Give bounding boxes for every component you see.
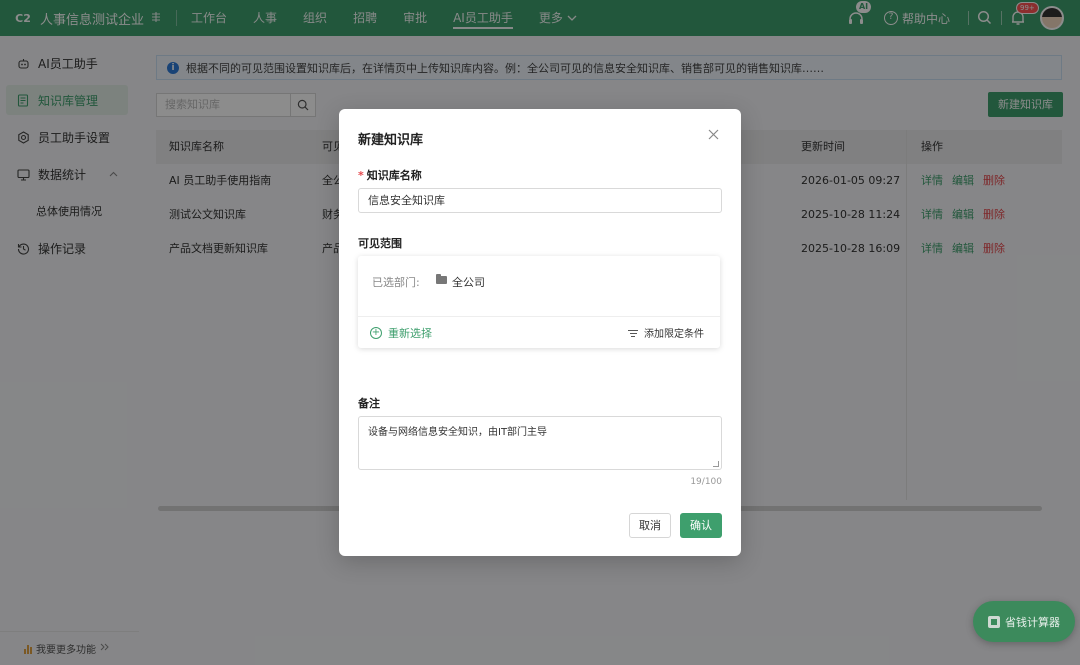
scope-selector: 已选部门: 全公司 + 重新选择 添加限定条件 — [358, 256, 720, 348]
reselect-button[interactable]: + 重新选择 — [370, 325, 432, 341]
selected-department: 全公司 — [452, 276, 485, 289]
name-field-label: * 知识库名称 — [358, 167, 422, 183]
calculator-icon — [988, 615, 1000, 628]
confirm-button[interactable]: 确认 — [680, 513, 722, 538]
folder-icon — [436, 274, 447, 284]
savings-calculator-label: 省钱计算器 — [1005, 615, 1060, 629]
resize-handle[interactable] — [713, 461, 719, 467]
remark-text: 设备与网络信息安全知识，由IT部门主导 — [368, 427, 548, 438]
dialog-title: 新建知识库 — [358, 133, 424, 148]
add-condition-label: 添加限定条件 — [644, 329, 704, 340]
add-condition-button[interactable]: 添加限定条件 — [628, 325, 704, 340]
filter-icon — [628, 328, 638, 337]
close-icon[interactable] — [708, 127, 719, 143]
character-counter: 19/100 — [690, 477, 722, 487]
cancel-button[interactable]: 取消 — [629, 513, 671, 538]
required-marker: * — [358, 169, 364, 182]
new-knowledge-base-dialog: 新建知识库 * 知识库名称 信息安全知识库 可见范围 已选部门: 全公司 + 重新… — [339, 109, 741, 556]
reselect-label: 重新选择 — [388, 327, 432, 340]
name-label-text: 知识库名称 — [366, 169, 422, 182]
selected-scope-area: 已选部门: 全公司 — [358, 256, 720, 317]
knowledge-base-name-input[interactable]: 信息安全知识库 — [358, 188, 722, 213]
selected-department-prefix: 已选部门: — [372, 276, 420, 289]
plus-circle-icon: + — [370, 327, 382, 339]
scope-field-label: 可见范围 — [358, 237, 402, 250]
savings-calculator-button[interactable]: 省钱计算器 — [973, 601, 1075, 642]
remark-field-label: 备注 — [358, 397, 380, 410]
remark-textarea[interactable]: 设备与网络信息安全知识，由IT部门主导 — [358, 416, 722, 470]
